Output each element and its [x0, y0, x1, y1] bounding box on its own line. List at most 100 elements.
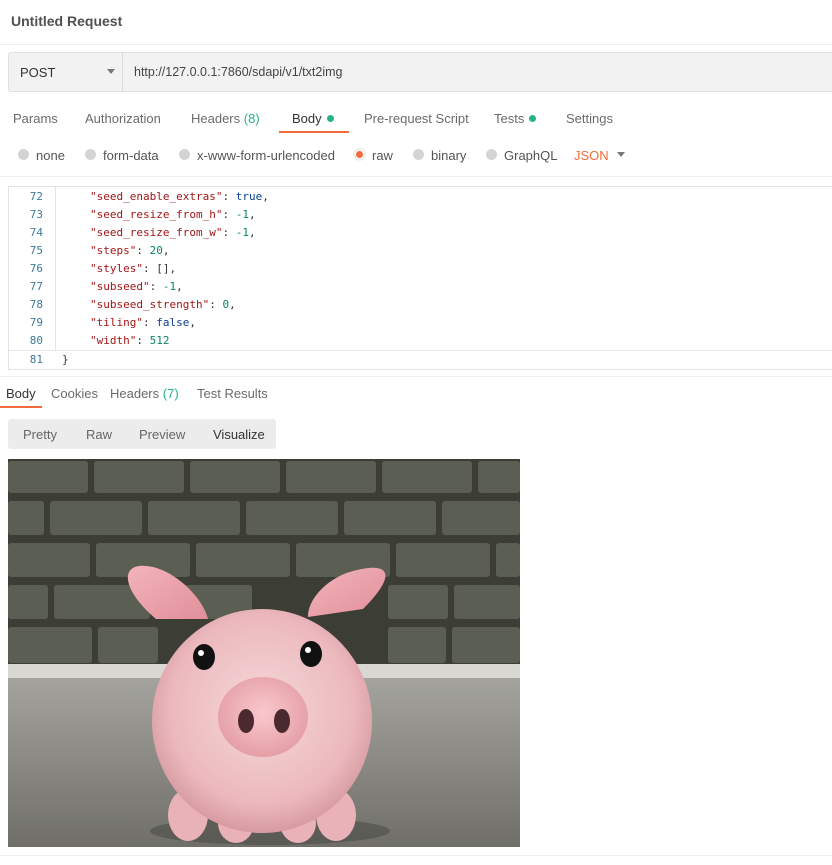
body-type-options: none form-data x-www-form-urlencoded raw…	[0, 144, 832, 172]
tab-label: Headers	[110, 386, 160, 401]
code-line: 79 "tiling": false,	[9, 314, 832, 332]
headers-count: (8)	[243, 111, 260, 126]
json-value: 512	[149, 334, 170, 347]
body-indicator-dot	[326, 115, 334, 122]
format-select[interactable]: JSON	[574, 148, 609, 163]
line-number: 73	[29, 208, 43, 221]
json-key: "steps"	[90, 244, 137, 257]
option-raw-label[interactable]: raw	[372, 148, 393, 163]
url-text: http://127.0.0.1:7860/sdapi/v1/txt2img	[134, 65, 343, 79]
radio-raw[interactable]	[354, 149, 365, 160]
request-title[interactable]: Untitled Request	[11, 13, 122, 29]
tab-settings[interactable]: Settings	[566, 111, 613, 126]
json-value: false	[156, 316, 190, 329]
divider	[0, 176, 832, 177]
json-key: "width"	[90, 334, 137, 347]
request-url-row: POST http://127.0.0.1:7860/sdapi/v1/txt2…	[8, 52, 832, 92]
line-number: 81	[29, 353, 43, 366]
pig-nostril-right	[274, 709, 290, 733]
tab-tests[interactable]: Tests	[494, 111, 537, 126]
radio-none[interactable]	[18, 149, 29, 160]
request-title-bar: Untitled Request	[0, 0, 832, 45]
line-number: 79	[29, 316, 43, 329]
pig-eye-right	[300, 641, 322, 667]
view-mode-bar: Pretty Raw Preview Visualize	[8, 419, 276, 449]
code-editor[interactable]: 72 "seed_enable_extras": true, 73 "seed_…	[8, 186, 832, 370]
json-value: -1	[162, 280, 177, 293]
tab-label: Body	[292, 111, 322, 126]
tab-label: Tests	[494, 111, 525, 126]
code-line: 81 }	[9, 350, 832, 369]
response-tabs: Body Cookies Headers (7) Test Results	[0, 376, 832, 409]
method-select[interactable]: POST	[8, 52, 123, 92]
request-tabs: Params Authorization Headers (8) Body Pr…	[0, 104, 832, 136]
pig-snout	[218, 677, 308, 757]
divider	[0, 855, 832, 856]
json-value: 20	[149, 244, 163, 257]
view-visualize-button[interactable]: Visualize	[213, 427, 265, 442]
line-number: 75	[29, 244, 43, 257]
code-line: 80 "width": 512	[9, 332, 832, 350]
json-value: true	[235, 190, 263, 203]
line-number: 72	[29, 190, 43, 203]
radio-x-www-form-urlencoded[interactable]	[179, 149, 190, 160]
code-line: 75 "steps": 20,	[9, 242, 832, 260]
tab-authorization[interactable]: Authorization	[85, 111, 161, 126]
tab-label: Headers	[191, 111, 241, 126]
code-line: 78 "subseed_strength": 0,	[9, 296, 832, 314]
option-form-data-label[interactable]: form-data	[103, 148, 159, 163]
view-pretty-button[interactable]: Pretty	[23, 427, 57, 442]
option-graphql-label[interactable]: GraphQL	[504, 148, 557, 163]
tab-label: Pre-request Script	[364, 111, 469, 126]
view-preview-button[interactable]: Preview	[139, 427, 185, 442]
url-input[interactable]: http://127.0.0.1:7860/sdapi/v1/txt2img	[122, 52, 832, 92]
tab-headers[interactable]: Headers (8)	[191, 111, 260, 126]
json-key: "seed_enable_extras"	[90, 190, 223, 203]
active-tab-underline	[279, 131, 349, 133]
active-response-tab-underline	[0, 406, 42, 408]
response-tab-cookies[interactable]: Cookies	[51, 386, 98, 401]
response-tab-headers[interactable]: Headers (7)	[110, 386, 179, 401]
line-number: 74	[29, 226, 43, 239]
view-raw-button[interactable]: Raw	[86, 427, 112, 442]
code-line: 76 "styles": [],	[9, 260, 832, 278]
json-value: 0	[222, 298, 230, 311]
tab-label: Settings	[566, 111, 613, 126]
response-tab-body[interactable]: Body	[6, 386, 36, 401]
code-line: 74 "seed_resize_from_w": -1,	[9, 224, 832, 242]
option-binary-label[interactable]: binary	[431, 148, 466, 163]
code-line: 77 "subseed": -1,	[9, 278, 832, 296]
json-value: []	[156, 262, 170, 275]
chevron-down-icon	[107, 69, 115, 74]
pig-photo	[8, 459, 520, 847]
pig-eye-left	[193, 644, 215, 670]
code-line: 72 "seed_enable_extras": true,	[9, 188, 832, 206]
pig-nostril-left	[238, 709, 254, 733]
tab-body[interactable]: Body	[292, 111, 334, 126]
tab-params[interactable]: Params	[13, 111, 58, 126]
chevron-down-icon[interactable]	[617, 152, 625, 157]
line-number: 80	[29, 334, 43, 347]
closing-brace: }	[62, 353, 69, 366]
radio-binary[interactable]	[413, 149, 424, 160]
eye-glint	[198, 650, 204, 656]
tab-pre-request-script[interactable]: Pre-request Script	[364, 111, 469, 126]
code-line: 73 "seed_resize_from_h": -1,	[9, 206, 832, 224]
option-none-label[interactable]: none	[36, 148, 65, 163]
radio-form-data[interactable]	[85, 149, 96, 160]
tab-label: Authorization	[85, 111, 161, 126]
radio-graphql[interactable]	[486, 149, 497, 160]
json-value: -1	[235, 226, 249, 239]
json-key: "subseed"	[90, 280, 150, 293]
json-value: -1	[235, 208, 249, 221]
response-tab-test-results[interactable]: Test Results	[197, 386, 268, 401]
tab-label: Params	[13, 111, 58, 126]
json-key: "styles"	[90, 262, 143, 275]
json-key: "seed_resize_from_w"	[90, 226, 223, 239]
json-key: "tiling"	[90, 316, 143, 329]
tests-indicator-dot	[529, 115, 537, 122]
method-label: POST	[20, 65, 56, 80]
line-number: 78	[29, 298, 43, 311]
response-image	[8, 459, 520, 847]
option-urlencoded-label[interactable]: x-www-form-urlencoded	[197, 148, 335, 163]
